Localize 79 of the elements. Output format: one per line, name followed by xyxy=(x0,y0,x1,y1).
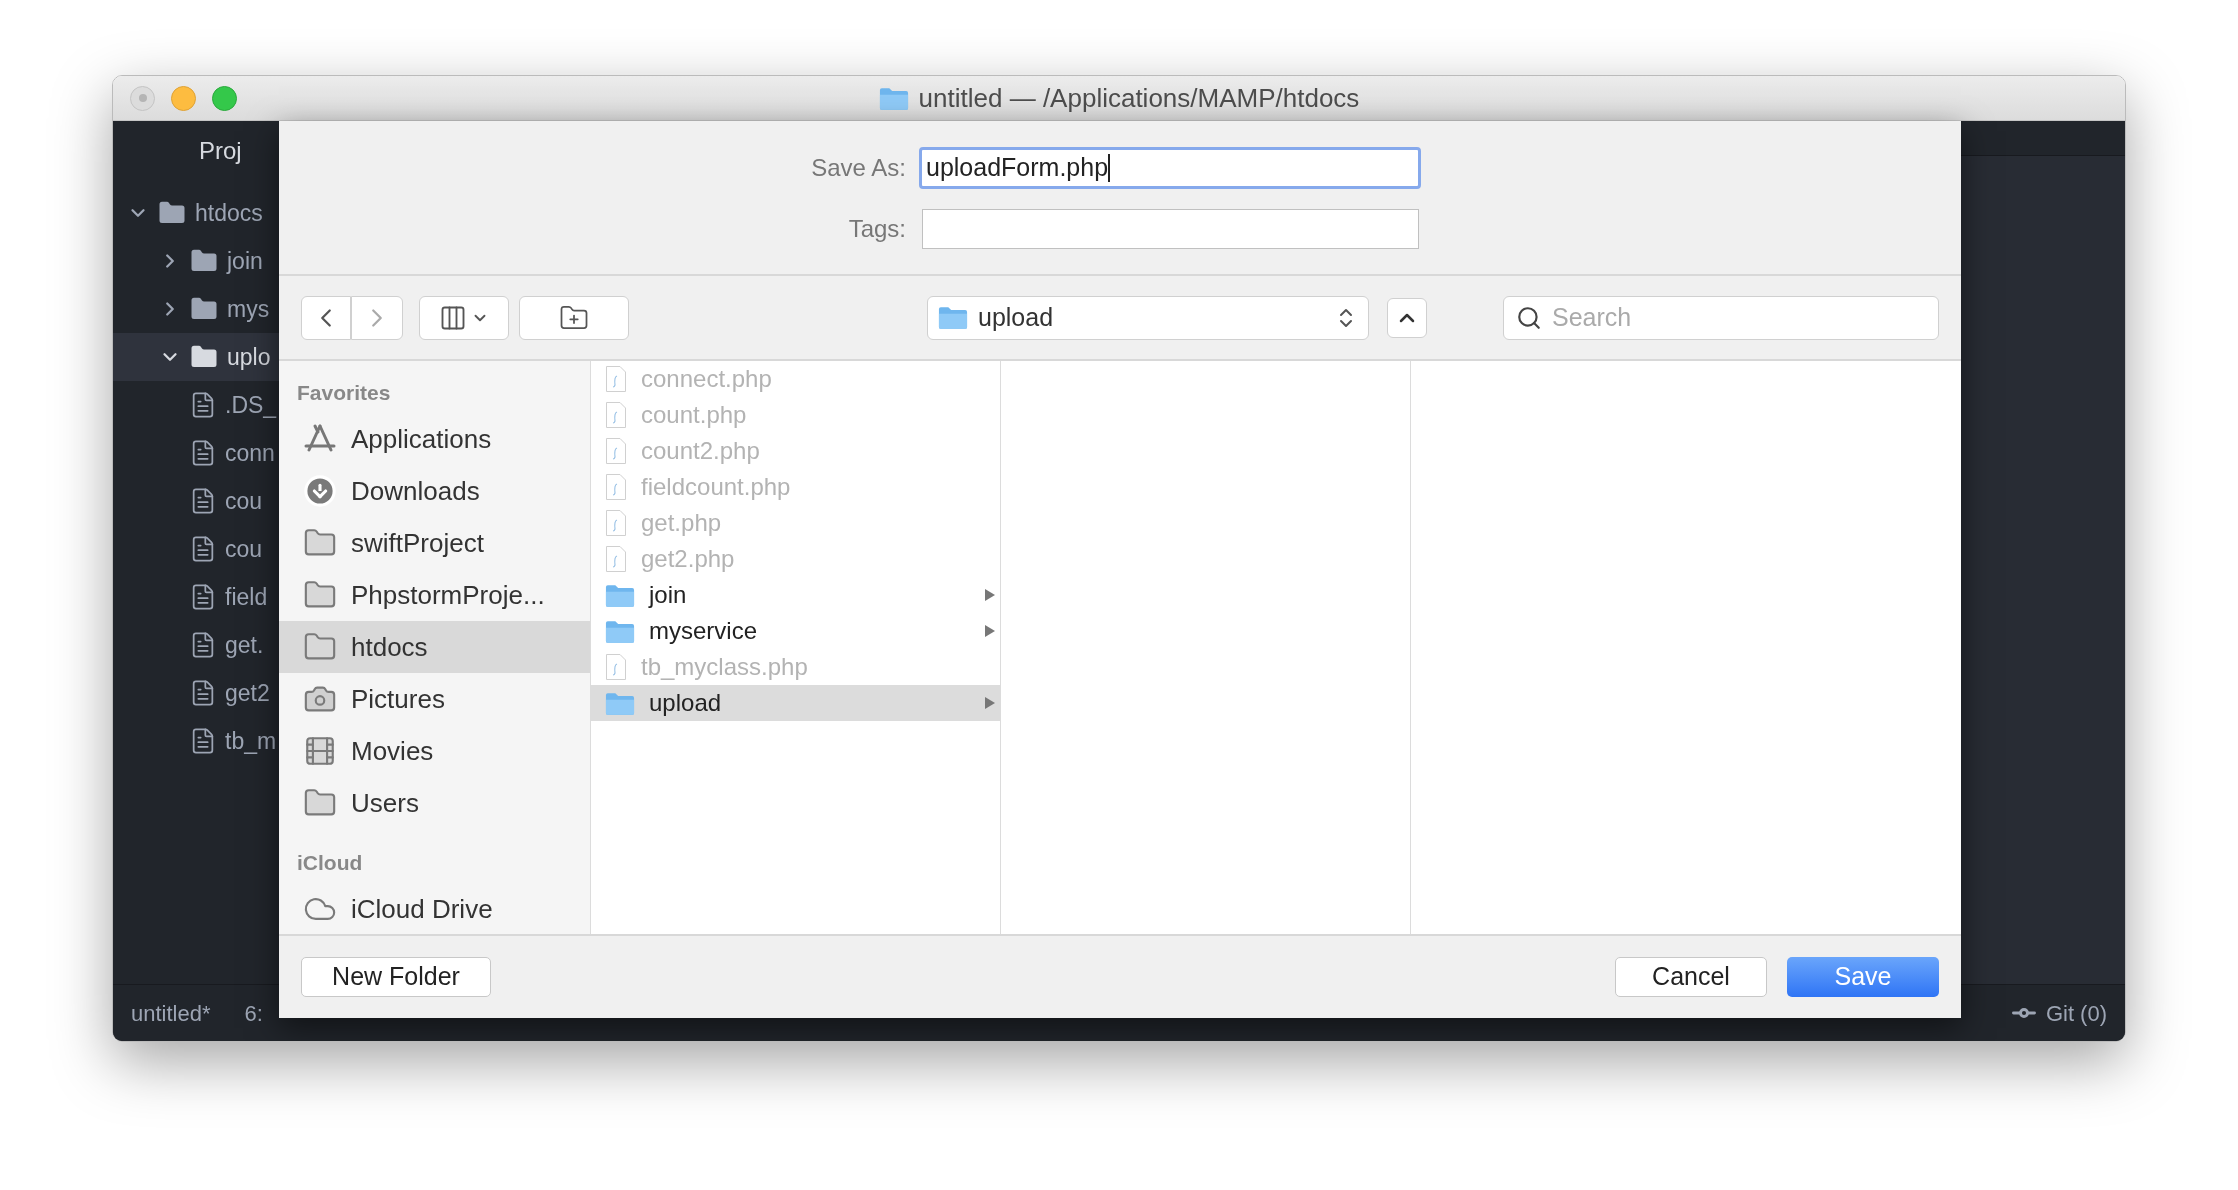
tree-item[interactable]: join xyxy=(113,237,279,285)
git-button[interactable]: Git (0) xyxy=(2009,996,2107,1030)
folder-icon xyxy=(605,690,635,716)
location-dropdown[interactable]: upload xyxy=(927,295,1369,340)
tree-item[interactable]: tb_m xyxy=(113,717,279,765)
sidebar-item[interactable]: swiftProject xyxy=(279,517,590,569)
save-as-label: Save As: xyxy=(810,152,907,183)
forward-button[interactable] xyxy=(351,295,403,340)
tree-item-label: get2 xyxy=(225,678,270,708)
tree-item[interactable]: cou xyxy=(113,525,279,573)
disclosure-arrow-icon xyxy=(984,696,996,710)
tree-item[interactable]: get. xyxy=(113,621,279,669)
new-folder-icon-button[interactable] xyxy=(519,295,629,340)
tree-item[interactable]: field xyxy=(113,573,279,621)
sidebar-item[interactable]: Applications xyxy=(279,413,590,465)
save-as-field[interactable]: uploadForm.php xyxy=(919,146,1421,189)
tree-item-label: get. xyxy=(225,630,264,660)
expand-button[interactable] xyxy=(1387,297,1427,338)
cursor-position: 6: xyxy=(244,999,263,1028)
file-row[interactable]: join xyxy=(591,577,1000,613)
sidebar-heading: iCloud xyxy=(297,850,363,877)
disclosure-arrow-icon xyxy=(984,588,996,602)
back-button[interactable] xyxy=(301,295,351,340)
tree-item[interactable]: mys xyxy=(113,285,279,333)
file-icon xyxy=(605,653,627,681)
search-field[interactable]: Search xyxy=(1503,295,1939,340)
tree-item[interactable]: conn xyxy=(113,429,279,477)
download-icon xyxy=(303,474,337,508)
tree-item[interactable]: uplo xyxy=(113,333,279,381)
tree-item-label: field xyxy=(225,582,268,612)
sidebar-item[interactable]: PhpstormProje... xyxy=(279,569,590,621)
tree-item[interactable]: htdocs xyxy=(113,189,279,237)
sidebar-item[interactable]: Downloads xyxy=(279,465,590,517)
disclosure-arrow-icon xyxy=(984,624,996,638)
minimize-button[interactable] xyxy=(171,85,196,111)
tree-item[interactable]: .DS_ xyxy=(113,381,279,429)
tags-field[interactable] xyxy=(922,208,1419,249)
file-icon xyxy=(605,545,627,573)
tree-item-label: tb_m xyxy=(225,726,277,756)
sidebar-item[interactable]: Pictures xyxy=(279,673,590,725)
file-icon xyxy=(605,437,627,465)
search-input[interactable]: Search xyxy=(1552,298,1926,337)
sidebar-item[interactable]: iCloud Drive xyxy=(279,883,590,935)
file-icon xyxy=(605,365,627,393)
folder-icon xyxy=(938,305,968,330)
tree-item-label: join xyxy=(227,246,263,276)
tree-item-label: conn xyxy=(225,438,275,468)
window-title: untitled — /Applications/MAMP/htdocs xyxy=(918,81,1360,115)
file-icon xyxy=(605,509,627,537)
tree-item-label: cou xyxy=(225,534,263,564)
zoom-button[interactable] xyxy=(212,85,237,111)
tree-item-label: htdocs xyxy=(195,198,263,228)
save-button[interactable]: Save xyxy=(1787,957,1939,997)
close-button[interactable] xyxy=(130,85,155,111)
file-name: untitled* xyxy=(131,999,211,1028)
folder-icon xyxy=(878,85,909,111)
cancel-button[interactable]: Cancel xyxy=(1615,957,1767,997)
tree-item-label: cou xyxy=(225,486,263,516)
tree-item[interactable]: cou xyxy=(113,477,279,525)
search-icon xyxy=(1516,304,1542,331)
file-row[interactable]: upload xyxy=(591,685,1000,721)
file-icon xyxy=(605,401,627,429)
file-icon xyxy=(605,473,627,501)
tree-item-label: uplo xyxy=(227,342,271,372)
film-icon xyxy=(303,734,337,768)
folder-icon xyxy=(605,618,635,644)
sidebar-item[interactable]: Movies xyxy=(279,725,590,777)
file-row[interactable]: myservice xyxy=(591,613,1000,649)
sidebar-item[interactable]: Users xyxy=(279,777,590,829)
tree-item-label: .DS_ xyxy=(225,390,277,420)
sidebar-item[interactable]: htdocs xyxy=(279,621,590,673)
new-folder-button[interactable]: New Folder xyxy=(301,957,491,997)
tree-item-label: mys xyxy=(227,294,270,324)
tree-item[interactable]: get2 xyxy=(113,669,279,717)
view-button[interactable] xyxy=(419,295,509,340)
sidebar-heading: Favorites xyxy=(297,380,391,407)
tags-label: Tags: xyxy=(847,213,907,244)
folder-icon xyxy=(605,582,635,608)
panel-title: Proj xyxy=(199,136,242,166)
